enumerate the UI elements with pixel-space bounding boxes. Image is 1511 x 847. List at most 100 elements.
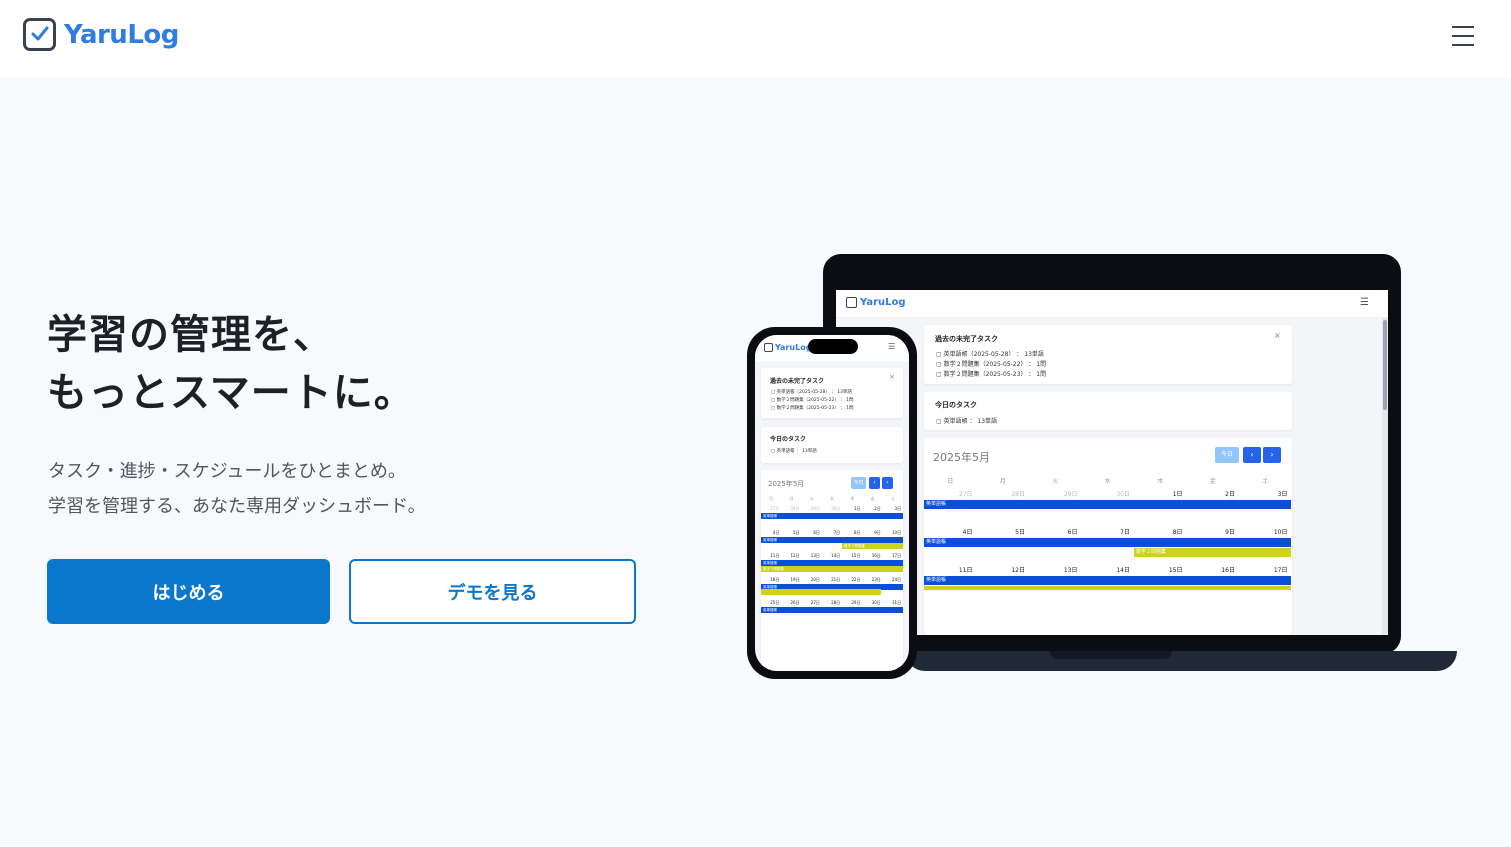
mock-day-cell: 13日 — [1063, 567, 1078, 574]
mock-event-english: 英単語帳 — [924, 538, 1291, 547]
mock-day-cell: 16日 — [1221, 567, 1235, 574]
mock-prev-icon: ‹ — [1243, 447, 1261, 463]
phone-day-cell: 5日 — [793, 529, 800, 535]
mock-day-cell: 2日 — [1225, 491, 1235, 498]
phone-next-icon: › — [882, 477, 893, 489]
phone-day-cell: 8日 — [853, 529, 861, 535]
start-button[interactable]: はじめる — [47, 559, 330, 624]
mock-scrollbar — [1382, 318, 1388, 635]
hero-subtitle-line1: タスク・進捗・スケジュールをひとまとめ。 — [48, 461, 406, 482]
phone-day-cell: 31日 — [892, 600, 902, 605]
mock-day-cell: 14日 — [1116, 567, 1130, 574]
mock-past-task-item: ▢ 数学２問題集（2025-05-23） ： 1問 — [936, 371, 1047, 378]
mock-menu-icon: ☰ — [1360, 297, 1369, 308]
mock-day-cell: 8日 — [1172, 529, 1183, 536]
phone-day-cell: 16日 — [871, 553, 881, 558]
phone-past-tasks-card: 過去の未完了タスク × ▢ 英単語帳（2025-05-28） ： 13単語 ▢ … — [761, 368, 903, 418]
mock-event-english: 英単語帳 — [924, 500, 1291, 509]
mock-day-cell: 15日 — [1168, 567, 1183, 574]
phone-day-cell: 28日 — [831, 600, 841, 605]
phone-day-cell: 21日 — [831, 576, 841, 582]
phone-day-cell: 1日 — [853, 506, 861, 511]
phone-close-icon: × — [889, 373, 895, 381]
phone-day-cell: 12日 — [790, 553, 800, 558]
phone-event-math: 数学２問題集 — [842, 543, 903, 549]
phone-day-cell: 13日 — [810, 553, 820, 558]
phone-day-cell: 28日 — [790, 506, 800, 511]
mock-day-cell: 1日 — [1172, 491, 1183, 498]
phone-day-cell: 27日 — [810, 600, 820, 605]
phone-day-cell: 22日 — [851, 576, 861, 582]
phone-today-tasks-card: 今日のタスク ▢ 英単語帳 ： 13単語 — [761, 427, 903, 463]
mock-day-cell: 29日 — [1063, 491, 1078, 498]
phone-day-cell: 9日 — [874, 529, 881, 535]
phone-event-math — [761, 589, 881, 595]
mock-day-cell: 11日 — [958, 567, 973, 574]
mock-day-cell: 4日 — [962, 529, 973, 536]
phone-day-cell: 23日 — [871, 576, 881, 582]
mock-calendar-title: 2025年5月 — [933, 451, 990, 464]
mock-day-cell: 6日 — [1067, 529, 1078, 536]
phone-day-cell: 24日 — [892, 576, 902, 582]
mock-today-task-item: ▢ 英単語帳 ： 13単語 — [936, 418, 998, 425]
mock-weekday: 水 — [1104, 478, 1111, 485]
phone-day-cell: 30日 — [831, 506, 841, 511]
demo-button[interactable]: デモを見る — [349, 559, 636, 624]
phone-day-cell: 29日 — [851, 600, 861, 605]
phone-mock-logo: YaruLog — [764, 343, 811, 352]
phone-dynamic-island — [808, 339, 858, 354]
phone-today-task-item: ▢ 英単語帳 ： 13単語 — [771, 449, 817, 454]
hamburger-menu-icon[interactable] — [1450, 26, 1476, 50]
mock-day-cell: 12日 — [1011, 567, 1025, 574]
phone-past-task-item: ▢ 英単語帳（2025-05-28） ： 13単語 — [771, 390, 852, 395]
logo-text: YaruLog — [64, 19, 179, 50]
mock-past-tasks-title: 過去の未完了タスク — [935, 335, 998, 343]
phone-day-cell: 4日 — [772, 529, 780, 535]
phone-weekday: 土 — [890, 496, 895, 501]
phone-day-cell: 10日 — [892, 529, 902, 535]
mock-past-task-item: ▢ 数学２問題集（2025-05-22） ： 1問 — [936, 361, 1047, 368]
phone-day-cell: 26日 — [790, 600, 800, 605]
mock-day-cell: 7日 — [1120, 529, 1130, 536]
mock-day-cell: 9日 — [1225, 529, 1235, 536]
phone-day-cell: 7日 — [833, 529, 841, 535]
mock-weekday: 日 — [947, 478, 954, 485]
mock-day-cell: 3日 — [1277, 491, 1288, 498]
phone-day-cell: 3日 — [894, 506, 902, 511]
phone-day-cell: 30日 — [871, 600, 881, 605]
phone-weekday: 日 — [769, 496, 774, 501]
mock-logo-text: YaruLog — [860, 297, 906, 308]
mock-weekday: 土 — [1262, 478, 1269, 485]
phone-today-tasks-title: 今日のタスク — [770, 436, 807, 443]
phone-event-english: 英単語帳 — [761, 607, 903, 613]
phone-weekday: 金 — [870, 496, 875, 501]
phone-event-english: 英単語帳 — [761, 513, 903, 519]
phone-day-cell: 18日 — [770, 576, 780, 582]
mock-past-tasks-card: 過去の未完了タスク × ▢ 英単語帳（2025-05-28） ： 13単語 ▢ … — [924, 325, 1292, 384]
mock-weekday: 月 — [999, 478, 1006, 485]
mock-next-icon: › — [1263, 447, 1281, 463]
phone-weekday: 木 — [850, 496, 855, 501]
mock-event-math — [924, 586, 1291, 590]
phone-calendar-title: 2025年5月 — [768, 480, 805, 488]
phone-menu-icon: ☰ — [888, 342, 896, 351]
mock-body: 過去の未完了タスク × ▢ 英単語帳（2025-05-28） ： 13単語 ▢ … — [836, 318, 1388, 635]
phone-calendar-card: 2025年5月 今日 ‹ › 日 月 火 水 木 金 土 27日 28日 29日 30日 1日 2日 3日… — [761, 470, 903, 671]
logo[interactable]: YaruLog — [23, 18, 179, 51]
phone-weekday: 月 — [789, 496, 794, 501]
mock-day-cell: 28日 — [1011, 491, 1025, 498]
laptop-base — [905, 651, 1457, 671]
mock-calendar-card: 2025年5月 今日 ‹ › 日 月 火 水 木 金 土 27日 28日 29日 30日 1日 2日 3日… — [924, 438, 1292, 635]
phone-prev-icon: ‹ — [869, 477, 880, 489]
mock-weekday: 火 — [1052, 478, 1059, 485]
phone-day-cell: 14日 — [831, 553, 841, 558]
phone-event-english: 英単語帳 — [761, 536, 903, 543]
phone-weekday: 水 — [830, 496, 835, 501]
phone-day-cell: 15日 — [851, 553, 861, 558]
mock-check-square-icon — [846, 297, 857, 308]
mock-event-english: 英単語帳 — [924, 576, 1291, 585]
hero-title: 学習の管理を、 もっとスマートに。 — [47, 306, 415, 422]
mock-logo: YaruLog — [846, 297, 906, 308]
mock-header: YaruLog ☰ — [836, 290, 1388, 318]
hero-title-line2: もっとスマートに。 — [47, 370, 415, 416]
